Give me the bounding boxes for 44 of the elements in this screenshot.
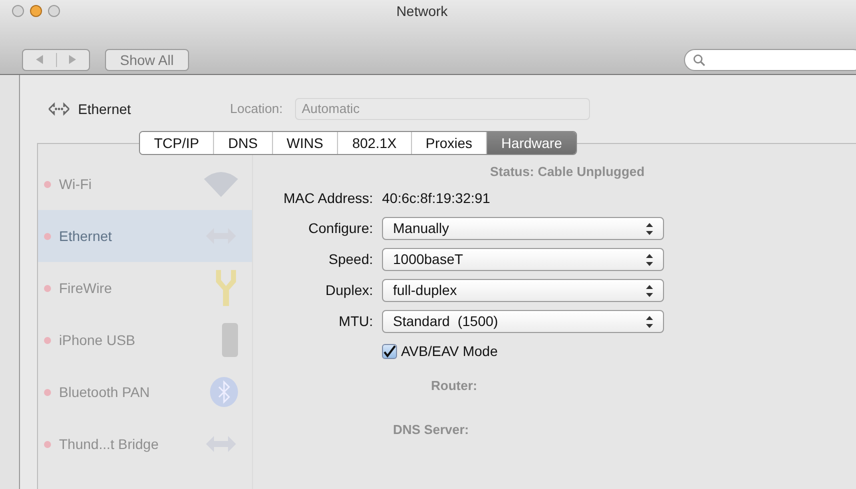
stepper-arrows-icon xyxy=(646,222,653,234)
checkmark-icon xyxy=(383,345,396,358)
stepper-arrows-icon xyxy=(646,254,653,266)
close-button[interactable] xyxy=(12,5,24,17)
bluetooth-icon xyxy=(210,377,238,407)
popup-button[interactable]: Manually xyxy=(382,217,664,240)
show-all-button[interactable]: Show All xyxy=(105,48,189,70)
plug-icon xyxy=(214,270,238,306)
window-title: Network xyxy=(396,2,448,20)
stepper-arrows-icon xyxy=(646,316,653,328)
back-forward-control[interactable] xyxy=(22,48,90,70)
avb-checkbox[interactable]: AVB/EAV Mode xyxy=(382,341,664,362)
background-label: DNS Server: xyxy=(392,420,470,438)
service-label: FireWire xyxy=(59,278,113,298)
status-label: Status: Cable Unplugged xyxy=(490,164,645,179)
service-label: Thund...t Bridge xyxy=(59,434,160,454)
field-label: MTU: xyxy=(338,312,373,331)
popup-button[interactable]: full-duplex xyxy=(382,279,664,302)
service-item[interactable]: Ethernet xyxy=(38,210,252,262)
field-label: Duplex: xyxy=(324,281,373,300)
minimize-button[interactable] xyxy=(30,5,42,17)
phone-icon xyxy=(222,323,238,357)
search-icon xyxy=(693,54,705,66)
mac-address: 40:6c:8f:19:32:91 xyxy=(382,189,492,208)
service-name: Ethernet xyxy=(78,100,131,118)
back-arrow-icon[interactable] xyxy=(36,55,43,64)
field-label: Configure: xyxy=(307,219,373,238)
field-label: Speed: xyxy=(328,250,373,269)
ethernet-icon xyxy=(48,102,70,116)
location-label: Location: xyxy=(230,100,283,118)
zoom-button[interactable] xyxy=(48,5,60,17)
field-label: MAC Address: xyxy=(282,189,373,208)
stepper-arrows-icon xyxy=(646,284,653,296)
background-label: Router: xyxy=(430,377,478,395)
search-field[interactable] xyxy=(684,48,856,70)
service-label: Ethernet xyxy=(59,226,113,246)
service-label: iPhone USB xyxy=(59,330,136,350)
service-label: Bluetooth PAN xyxy=(59,382,151,402)
popup-button[interactable]: Standard (1500) xyxy=(382,310,664,333)
wifi-icon xyxy=(204,171,238,197)
popup-button[interactable]: 1000baseT xyxy=(382,248,664,271)
forward-arrow-icon[interactable] xyxy=(69,55,76,64)
service-label: Wi-Fi xyxy=(59,174,93,194)
tab[interactable]: Hardware xyxy=(486,132,576,154)
